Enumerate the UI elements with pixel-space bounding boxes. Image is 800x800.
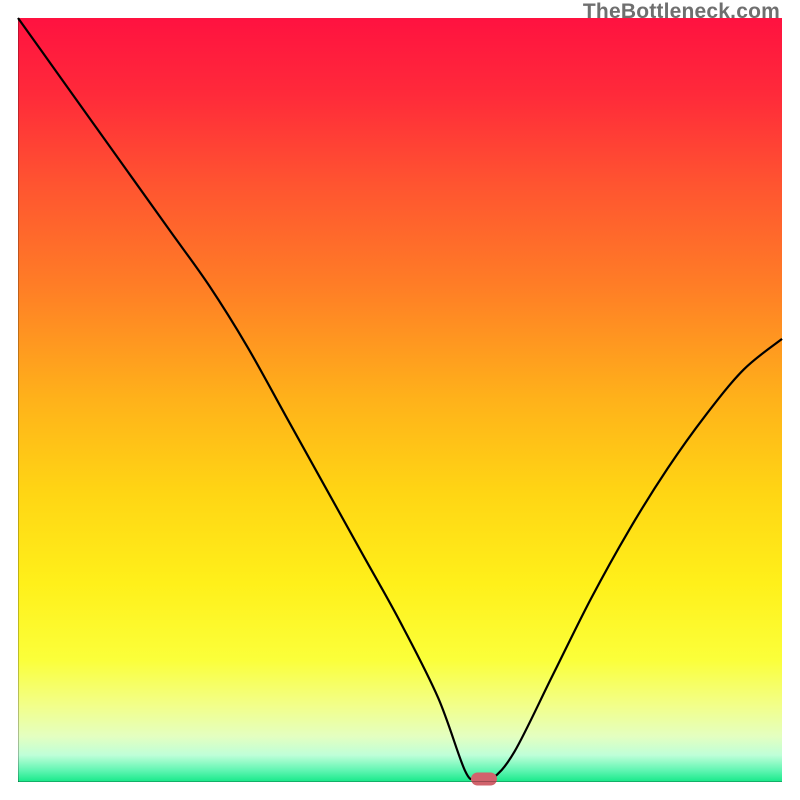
bottleneck-chart: TheBottleneck.com	[0, 0, 800, 800]
optimal-point-marker	[471, 772, 497, 785]
bottleneck-curve	[18, 18, 782, 782]
plot-area	[18, 18, 782, 782]
